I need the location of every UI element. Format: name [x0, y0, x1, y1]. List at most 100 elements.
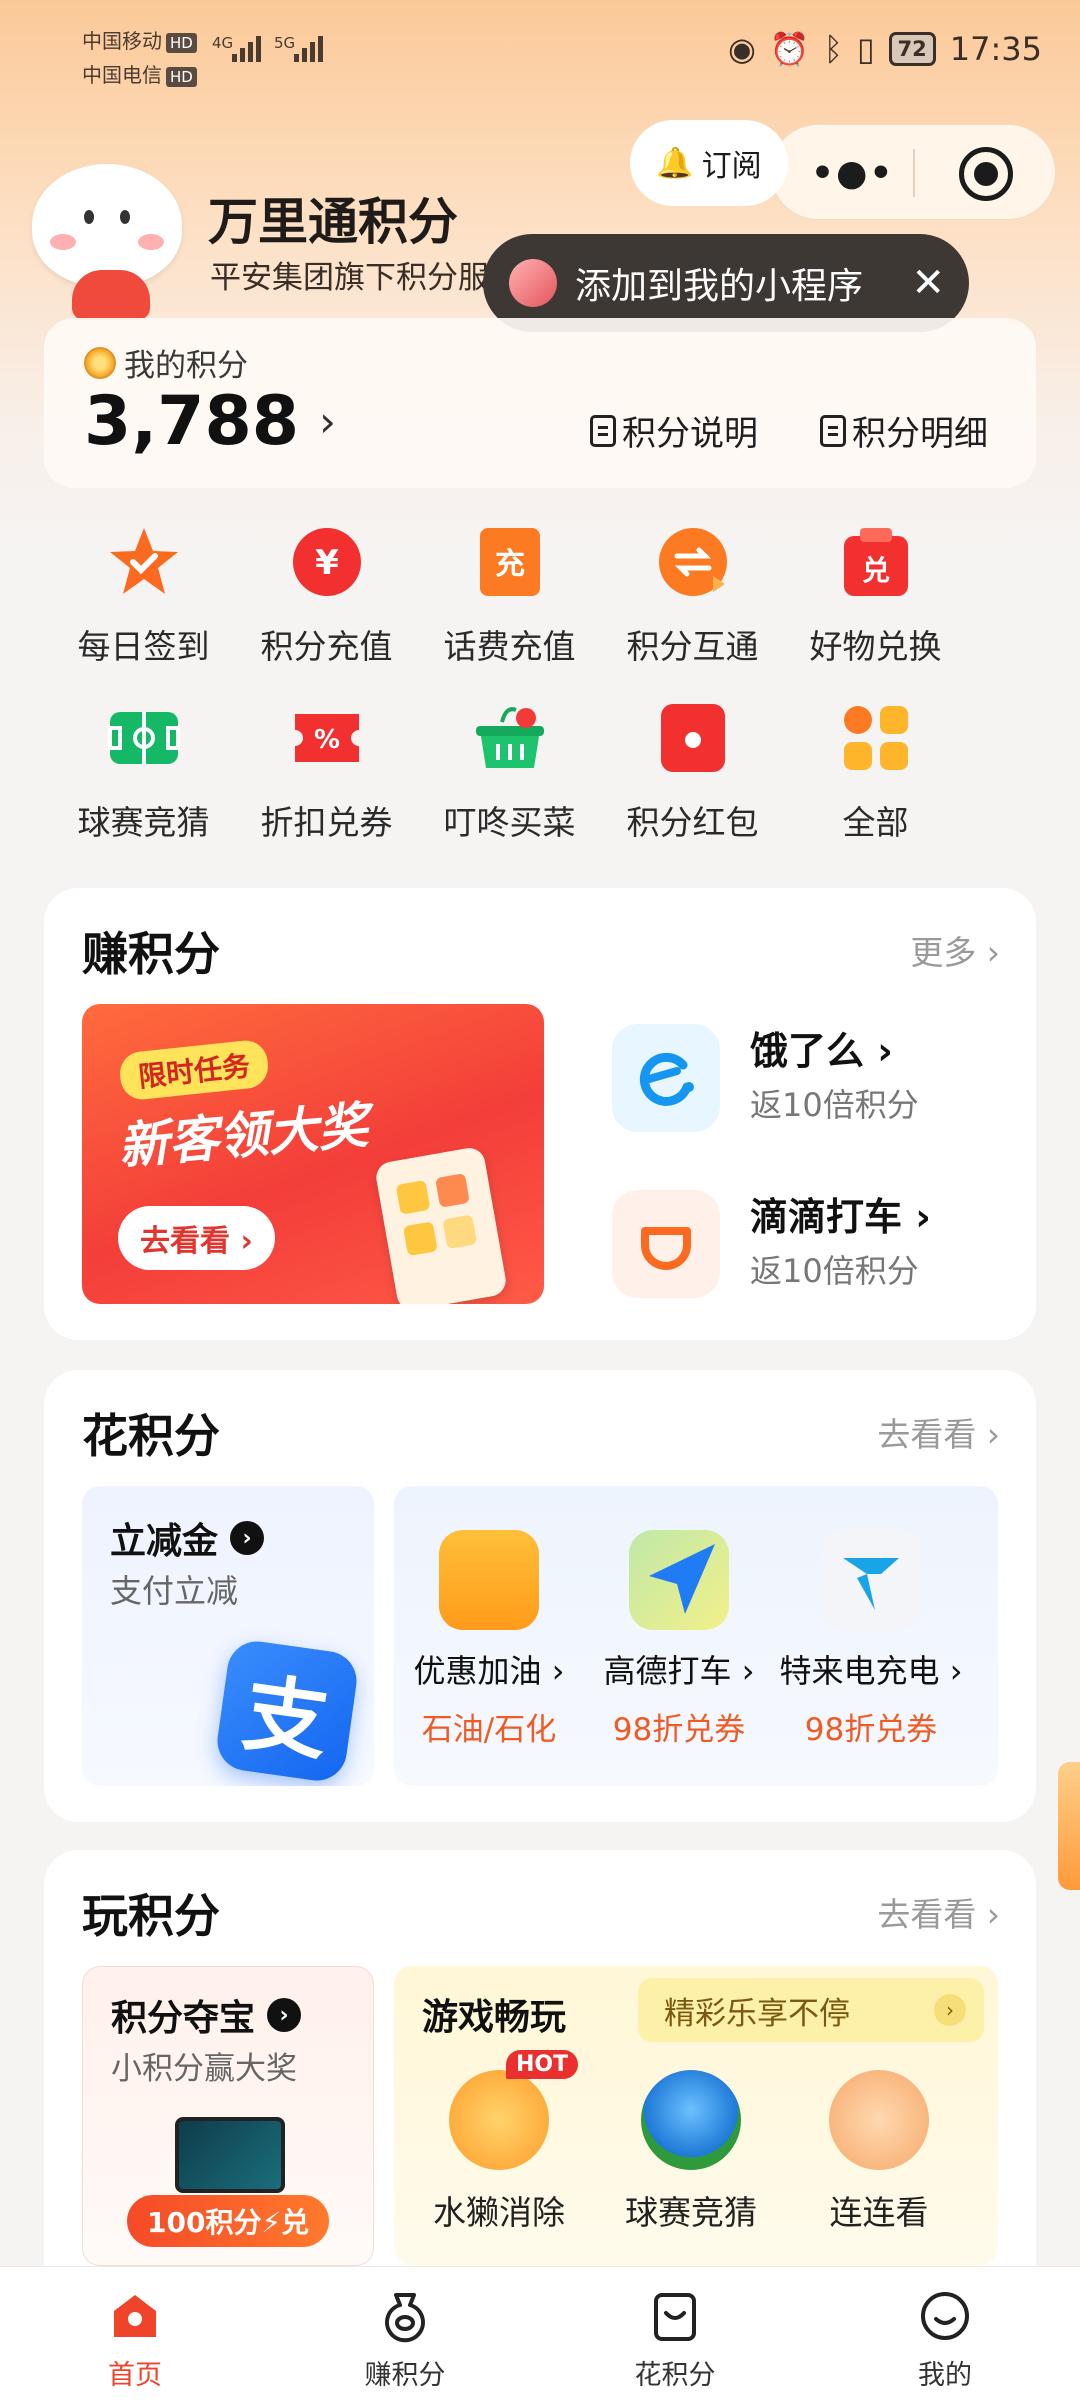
points-detail-link[interactable]: 积分明细 — [820, 406, 988, 455]
service-points-exchange[interactable]: 积分互通 — [601, 514, 784, 690]
service-label: 叮咚买菜 — [443, 803, 576, 842]
discount-ticket-icon: % — [289, 700, 365, 776]
tab-earn[interactable]: 赚积分 — [270, 2267, 540, 2400]
tab-label: 赚积分 — [364, 2360, 446, 2391]
games-card: 游戏畅玩 精彩乐享不停 › HOT 水獭消除 球赛竞猜 连连看 — [394, 1966, 998, 2266]
partner-reward: 返10倍积分 — [750, 1086, 919, 1124]
soccer-player-icon — [641, 2070, 741, 2170]
banner-cta-button[interactable]: 去看看 › — [118, 1206, 275, 1270]
toast-text: 添加到我的小程序 — [575, 266, 864, 307]
service-daily-checkin[interactable]: 每日签到 — [52, 514, 235, 690]
side-floating-widget[interactable] — [1058, 1762, 1080, 1890]
teld-logo-icon — [821, 1530, 921, 1630]
more-link[interactable]: 更多 › — [910, 926, 1000, 974]
amap-arrow-icon — [629, 1530, 729, 1630]
service-points-recharge[interactable]: ¥ 积分充值 — [235, 514, 418, 690]
more-dots-icon[interactable]: •●• — [811, 153, 894, 194]
spend-amap-taxi[interactable]: 高德打车 › 98折兑券 — [584, 1530, 774, 1749]
close-target-icon[interactable] — [959, 147, 1013, 201]
vibrate-icon: ▯ — [856, 30, 875, 68]
calculator-illustration-icon — [373, 1145, 509, 1304]
service-soccer-guess[interactable]: 球赛竞猜 — [52, 690, 235, 866]
points-label-row: 我的积分 — [84, 340, 248, 385]
tab-me[interactable]: 我的 — [810, 2267, 1080, 2400]
service-goods-redeem[interactable]: 兑 好物兑换 — [784, 514, 967, 690]
service-label: 积分充值 — [260, 627, 393, 666]
partner-reward: 返10倍积分 — [750, 1252, 919, 1290]
partner-eleme[interactable]: 饿了么 › 返10倍积分 — [612, 1014, 1012, 1134]
service-label: 话费充值 — [443, 627, 576, 666]
new-user-banner[interactable]: 限时任务 新客领大奖 去看看 › — [82, 1004, 544, 1304]
treasure-sub: 小积分赢大奖 — [111, 2051, 297, 2087]
service-phone-recharge[interactable]: 充 话费充值 — [418, 514, 601, 690]
service-all[interactable]: 全部 — [784, 690, 967, 866]
spend-teld-charging[interactable]: 特来电充电 › 98折兑券 — [776, 1530, 966, 1749]
banner-cta-label: 去看看 — [140, 1224, 230, 1259]
service-label: 好物兑换 — [809, 627, 942, 666]
points-balance[interactable]: 3,788 › — [84, 382, 336, 461]
points-detail-label: 积分明细 — [852, 414, 988, 454]
capsule-divider — [913, 149, 915, 197]
instant-discount-card[interactable]: 立减金 › 支付立减 支 — [82, 1486, 374, 1786]
service-label: 全部 — [842, 803, 909, 842]
exchange-icon — [655, 524, 731, 600]
game-soccer-guess[interactable]: 球赛竞猜 — [606, 2070, 776, 2234]
service-dingdong-grocery[interactable]: 叮咚买菜 — [418, 690, 601, 866]
points-explain-label: 积分说明 — [622, 414, 758, 454]
home-icon — [106, 2287, 164, 2345]
games-banner[interactable]: 精彩乐享不停 › — [638, 1978, 984, 2042]
tab-home[interactable]: 首页 — [0, 2267, 270, 2400]
tab-spend[interactable]: 花积分 — [540, 2267, 810, 2400]
more-label: 去看看 — [877, 1895, 977, 1934]
instant-discount-title: 立减金 › — [110, 1512, 265, 1564]
game-name: 球赛竞猜 — [625, 2193, 757, 2232]
mini-program-capsule: •●• — [770, 124, 1056, 220]
more-label: 去看看 — [877, 1415, 977, 1454]
subscribe-label: 订阅 — [701, 149, 762, 184]
banner-headline: 新客领大奖 — [116, 1096, 371, 1176]
games-title: 游戏畅玩 — [422, 1997, 567, 2038]
svg-text:¥: ¥ — [315, 543, 339, 583]
svg-text:%: % — [313, 725, 339, 755]
spend-points-section: 花积分 去看看 › 立减金 › 支付立减 支 优惠加油 › 石油/石化 高德打车 … — [44, 1370, 1036, 1822]
redeem-bag-icon: 兑 — [838, 524, 914, 600]
bottom-tab-bar: 首页 赚积分 花积分 我的 — [0, 2266, 1080, 2400]
earn-points-section: 赚积分 更多 › 限时任务 新客领大奖 去看看 › 饿了么 › 返10倍积分 滴… — [44, 888, 1036, 1340]
hot-badge: HOT — [506, 2050, 579, 2079]
more-link[interactable]: 去看看 › — [877, 1408, 1000, 1456]
carrier-1: 中国移动 — [82, 29, 162, 53]
app-title: 万里通积分 — [208, 193, 458, 251]
svg-text:兑: 兑 — [861, 554, 889, 587]
service-label: 每日签到 — [77, 627, 210, 666]
didi-logo-icon — [612, 1190, 720, 1298]
points-treasure-card[interactable]: 积分夺宝 › 小积分赢大奖 100积分⚡兑 — [82, 1966, 374, 2266]
spend-fuel[interactable]: 优惠加油 › 石油/石化 — [394, 1530, 584, 1749]
bell-icon: 🔔 — [656, 145, 694, 181]
status-right: ◉ ⏰ ᛒ ▯ 72 17:35 — [728, 30, 1042, 68]
more-link[interactable]: 去看看 › — [877, 1888, 1000, 1936]
chevron-right-icon: › — [319, 397, 336, 446]
tab-label: 首页 — [108, 2360, 162, 2391]
close-icon[interactable]: ✕ — [911, 260, 945, 306]
game-link-match[interactable]: 连连看 — [794, 2070, 964, 2234]
service-points-red-packet[interactable]: 积分红包 — [601, 690, 784, 866]
partner-name: 滴滴打车 › — [750, 1195, 931, 1239]
service-discount-coupon[interactable]: % 折扣兑券 — [235, 690, 418, 866]
shopping-bag-icon — [646, 2287, 704, 2345]
eye-icon: ◉ — [727, 30, 756, 68]
eleme-logo-icon — [612, 1024, 720, 1132]
points-explain-link[interactable]: 积分说明 — [590, 406, 758, 455]
partner-didi[interactable]: 滴滴打车 › 返10倍积分 — [612, 1180, 1012, 1300]
spend-name: 特来电充电 › — [779, 1652, 963, 1690]
game-otter-match[interactable]: HOT 水獭消除 — [414, 2050, 584, 2234]
subscribe-button[interactable]: 🔔 订阅 — [630, 120, 788, 206]
chevron-right-icon: › — [934, 1994, 966, 2026]
points-card: 我的积分 3,788 › 积分说明 积分明细 — [44, 318, 1036, 488]
smile-face-icon — [916, 2287, 974, 2345]
section-title: 赚积分 — [82, 927, 220, 981]
service-label: 球赛竞猜 — [77, 803, 210, 842]
grid-all-icon — [838, 700, 914, 776]
carrier-2: 中国电信 — [82, 63, 162, 87]
network-type-2: 5G — [274, 34, 296, 52]
redeem-pill: 100积分⚡兑 — [127, 2195, 330, 2247]
